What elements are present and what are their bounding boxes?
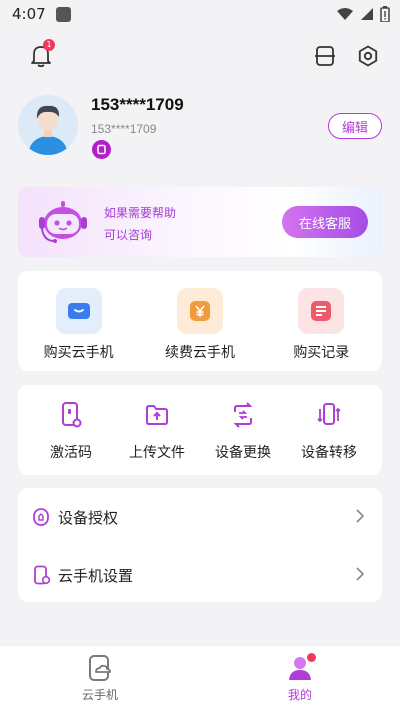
- status-icons: [336, 6, 390, 22]
- device-transfer-label: 设备转移: [301, 445, 357, 461]
- record-icon: [298, 288, 345, 334]
- default-avatar-icon: [18, 95, 78, 155]
- cloud-phone-icon: [55, 288, 102, 334]
- profile-section: 153****1709 153****1709 编辑: [18, 95, 384, 165]
- scan-button[interactable]: [309, 40, 341, 72]
- username: 153****1709: [91, 95, 184, 114]
- wifi-icon: [337, 8, 353, 20]
- tools-card: 激活码 上传文件 设备更换 设备转移: [18, 385, 382, 475]
- member-badge-icon: [92, 140, 111, 159]
- device-authorization-row[interactable]: 设备授权: [18, 488, 382, 546]
- device-swap-item[interactable]: 设备更换: [200, 385, 286, 475]
- notification-badge: 1: [43, 39, 55, 51]
- gear-icon: [358, 45, 378, 67]
- activation-code-icon: [59, 401, 83, 429]
- device-authorization-label: 设备授权: [58, 508, 119, 527]
- cloud-phone-settings-label: 云手机设置: [58, 566, 134, 585]
- settings-button[interactable]: [352, 40, 384, 72]
- notification-indicator-icon: [55, 6, 71, 22]
- tab-mine-label: 我的: [287, 688, 312, 702]
- tab-cloud-phone[interactable]: 云手机: [0, 646, 200, 711]
- tab-mine[interactable]: 我的: [200, 646, 400, 711]
- chevron-right-icon: [356, 567, 364, 581]
- signal-icon: [361, 8, 373, 20]
- help-line-2: 可以咨询: [104, 228, 153, 242]
- edit-profile-button[interactable]: 编辑: [328, 113, 382, 139]
- tab-notification-dot: [307, 653, 316, 662]
- top-toolbar: 1: [0, 39, 400, 74]
- activation-code-item[interactable]: 激活码: [28, 385, 114, 475]
- upload-folder-icon: [144, 401, 170, 429]
- phone-settings-icon: [34, 565, 50, 585]
- member-icon: [97, 144, 106, 155]
- device-swap-label: 设备更换: [215, 445, 271, 461]
- cloud-phone-tab-icon: [89, 655, 111, 681]
- upload-file-label: 上传文件: [129, 445, 185, 461]
- authorize-icon: [33, 508, 49, 526]
- tab-cloud-phone-label: 云手机: [81, 688, 118, 702]
- buy-cloud-phone-item[interactable]: 购买云手机: [18, 271, 139, 371]
- renew-cloud-phone-label: 续费云手机: [164, 345, 235, 361]
- status-time: 4:07: [12, 5, 46, 23]
- cloud-phone-settings-row[interactable]: 云手机设置: [18, 546, 382, 604]
- device-swap-icon: [230, 401, 256, 429]
- status-bar: 4:07: [0, 0, 400, 28]
- device-transfer-item[interactable]: 设备转移: [286, 385, 372, 475]
- yen-icon: [176, 288, 223, 334]
- battery-icon: [380, 6, 390, 22]
- upload-file-item[interactable]: 上传文件: [114, 385, 200, 475]
- help-message: 如果需要帮助 可以咨询: [104, 202, 176, 246]
- device-transfer-icon: [316, 401, 342, 429]
- bottom-tab-bar: 云手机 我的: [0, 645, 400, 711]
- purchase-record-label: 购买记录: [293, 345, 350, 361]
- help-line-1: 如果需要帮助: [104, 206, 177, 220]
- avatar[interactable]: [18, 95, 78, 155]
- customer-service-robot-icon: [39, 201, 87, 243]
- purchase-record-item[interactable]: 购买记录: [261, 271, 382, 371]
- scan-icon: [315, 46, 335, 66]
- renew-cloud-phone-item[interactable]: 续费云手机: [139, 271, 260, 371]
- purchase-card: 购买云手机 续费云手机 购买记录: [18, 271, 382, 371]
- activation-code-label: 激活码: [50, 445, 92, 461]
- settings-list: 设备授权 云手机设置: [18, 488, 382, 602]
- online-service-button[interactable]: 在线客服: [282, 206, 368, 238]
- notification-button[interactable]: 1: [25, 39, 57, 72]
- chevron-right-icon: [356, 509, 364, 523]
- buy-cloud-phone-label: 购买云手机: [43, 345, 114, 361]
- help-card: 如果需要帮助 可以咨询 在线客服: [18, 187, 382, 257]
- user-phone: 153****1709: [91, 122, 157, 136]
